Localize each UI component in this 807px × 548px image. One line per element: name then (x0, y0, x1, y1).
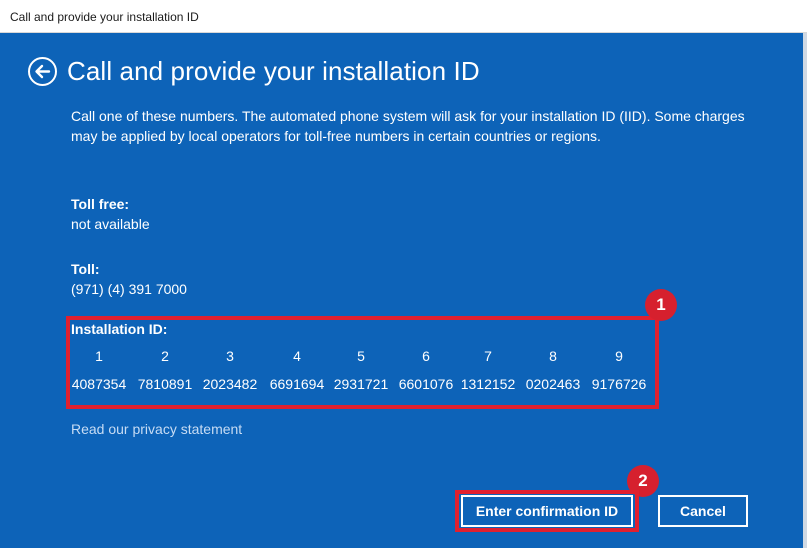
iid-column-number: 6 (422, 348, 430, 364)
page-title: Call and provide your installation ID (67, 56, 480, 86)
back-arrow-icon (35, 64, 51, 79)
iid-column-number: 2 (161, 348, 169, 364)
iid-group: 2931721 (333, 376, 389, 392)
iid-column-number: 1 (95, 348, 103, 364)
iid-column-number: 7 (484, 348, 492, 364)
back-button[interactable] (28, 57, 57, 86)
iid-group: 4087354 (71, 376, 127, 392)
window-edge (803, 33, 807, 548)
page-description: Call one of these numbers. The automated… (71, 108, 745, 144)
cancel-button[interactable]: Cancel (658, 495, 748, 527)
privacy-statement-link[interactable]: Read our privacy statement (71, 421, 242, 437)
installation-id-label: Installation ID: (71, 321, 168, 337)
iid-column-number: 4 (293, 348, 301, 364)
toll-free-value: not available (71, 216, 150, 232)
iid-group: 1312152 (460, 376, 516, 392)
iid-group: 9176726 (591, 376, 647, 392)
iid-column-number: 3 (226, 348, 234, 364)
iid-group: 6691694 (269, 376, 325, 392)
title-bar: Call and provide your installation ID (0, 0, 807, 33)
annotation-badge-1: 1 (645, 289, 677, 321)
iid-group: 6601076 (398, 376, 454, 392)
iid-column-number: 9 (615, 348, 623, 364)
window-title: Call and provide your installation ID (10, 10, 199, 24)
iid-column-number: 5 (357, 348, 365, 364)
toll-free-label: Toll free: (71, 196, 130, 212)
iid-group: 2023482 (202, 376, 258, 392)
toll-number: (971) (4) 391 7000 (71, 281, 187, 297)
iid-group: 0202463 (525, 376, 581, 392)
toll-label: Toll: (71, 261, 100, 277)
enter-confirmation-id-button[interactable]: Enter confirmation ID (461, 495, 633, 527)
iid-group: 7810891 (137, 376, 193, 392)
iid-column-number: 8 (549, 348, 557, 364)
